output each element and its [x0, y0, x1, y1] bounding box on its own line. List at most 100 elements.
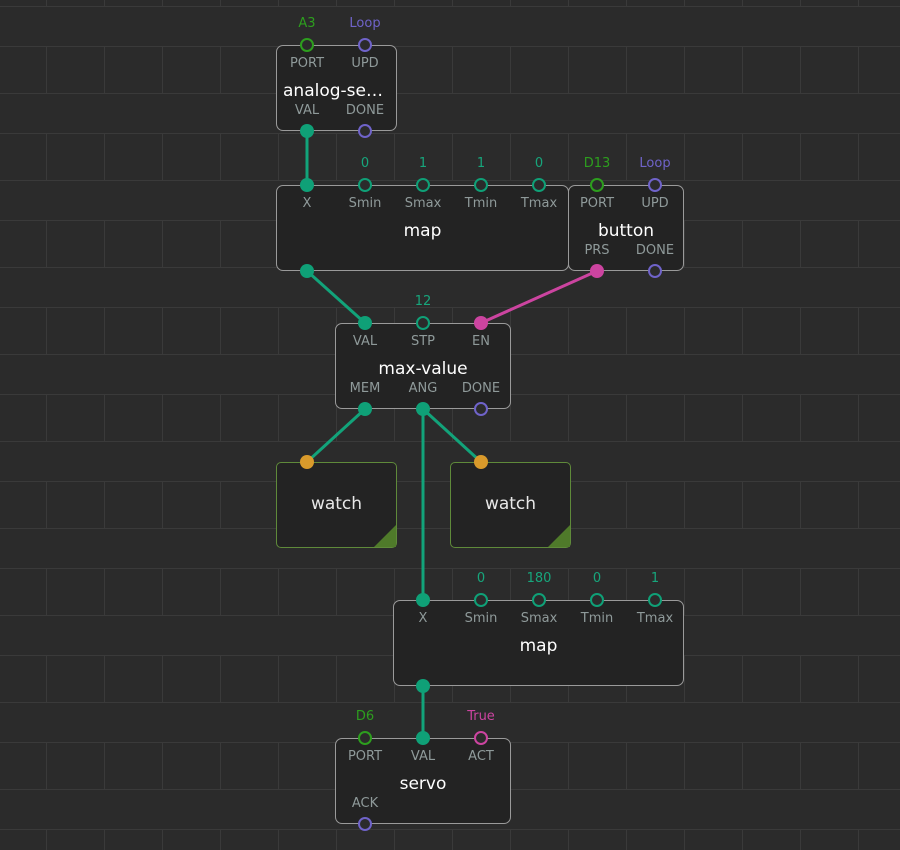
pin-analog-sensor-port[interactable] [300, 38, 314, 52]
pin-analog-sensor-val[interactable] [300, 124, 314, 138]
pin-value-analog-sensor-port[interactable]: A3 [298, 16, 315, 31]
pin-label-analog-sensor-upd: UPD [351, 56, 379, 71]
pin-label-map-1-smax: Smax [404, 196, 442, 211]
pin-value-map-2-tmax[interactable]: 1 [651, 571, 659, 586]
pin-value-map-2-smax[interactable]: 180 [527, 571, 552, 586]
pin-watch-2-in[interactable] [474, 455, 488, 469]
pin-max-value-en[interactable] [474, 316, 488, 330]
pin-map-1-x[interactable] [300, 178, 314, 192]
pin-label-button-done: DONE [635, 243, 675, 258]
pin-label-map-2-tmax: Tmax [636, 611, 674, 626]
pin-map-2-tmax[interactable] [648, 593, 662, 607]
pin-map-1-tmax[interactable] [532, 178, 546, 192]
pin-label-map-1-tmin: Tmin [464, 196, 498, 211]
pin-value-map-1-smin[interactable]: 0 [361, 156, 369, 171]
pin-value-button-upd[interactable]: Loop [639, 156, 670, 171]
grid-line-horizontal [0, 46, 900, 47]
pin-value-servo-port[interactable]: D6 [356, 709, 374, 724]
pin-map-2-x[interactable] [416, 593, 430, 607]
pin-servo-ack[interactable] [358, 817, 372, 831]
node-title: map [403, 221, 442, 241]
pin-button-prs[interactable] [590, 264, 604, 278]
pin-label-max-value-mem: MEM [349, 381, 381, 396]
pin-button-done[interactable] [648, 264, 662, 278]
pin-max-value-stp[interactable] [416, 316, 430, 330]
wire[interactable] [305, 269, 367, 325]
pin-label-map-1-x: X [302, 196, 312, 211]
pin-max-value-val[interactable] [358, 316, 372, 330]
pin-value-map-2-tmin[interactable]: 0 [593, 571, 601, 586]
pin-label-map-2-smax: Smax [520, 611, 558, 626]
grid-band [0, 0, 900, 6]
grid-band [0, 133, 900, 180]
wire[interactable] [305, 407, 367, 464]
grid-band [0, 829, 900, 850]
resize-handle-icon[interactable] [374, 525, 396, 547]
pin-label-max-value-ang: ANG [408, 381, 438, 396]
pin-label-servo-val: VAL [410, 749, 436, 764]
pin-map-2-tmin[interactable] [590, 593, 604, 607]
pin-value-map-2-smin[interactable]: 0 [477, 571, 485, 586]
pin-label-max-value-val: VAL [352, 334, 378, 349]
pin-label-max-value-en: EN [472, 334, 490, 349]
node-title: button [597, 221, 655, 241]
pin-map-1-smin[interactable] [358, 178, 372, 192]
pin-value-map-1-tmax[interactable]: 0 [535, 156, 543, 171]
pin-label-servo-port: PORT [347, 749, 383, 764]
pin-label-map-2-tmin: Tmin [580, 611, 614, 626]
pin-button-upd[interactable] [648, 178, 662, 192]
pin-servo-port[interactable] [358, 731, 372, 745]
pin-label-analog-sensor-val: VAL [294, 103, 320, 118]
grid-line-horizontal [0, 93, 900, 94]
pin-analog-sensor-done[interactable] [358, 124, 372, 138]
pin-map-1-smax[interactable] [416, 178, 430, 192]
pin-label-map-1-tmax: Tmax [520, 196, 558, 211]
pin-label-button-port: PORT [579, 196, 615, 211]
node-title: watch [310, 494, 363, 514]
pin-map-2-out[interactable] [416, 679, 430, 693]
pin-max-value-done[interactable] [474, 402, 488, 416]
pin-analog-sensor-upd[interactable] [358, 38, 372, 52]
wire[interactable] [421, 407, 483, 464]
pin-label-max-value-done: DONE [461, 381, 501, 396]
pin-label-button-prs: PRS [584, 243, 610, 258]
resize-handle-icon[interactable] [548, 525, 570, 547]
pin-max-value-ang[interactable] [416, 402, 430, 416]
wire-layer [305, 129, 599, 740]
node-watch-2[interactable]: watch [450, 462, 571, 548]
grid-line-horizontal [0, 702, 900, 703]
grid-line-horizontal [0, 133, 900, 134]
pin-map-1-tmin[interactable] [474, 178, 488, 192]
pin-map-2-smin[interactable] [474, 593, 488, 607]
pin-servo-val[interactable] [416, 731, 430, 745]
pin-button-port[interactable] [590, 178, 604, 192]
pin-map-1-out[interactable] [300, 264, 314, 278]
pin-value-map-1-smax[interactable]: 1 [419, 156, 427, 171]
pin-map-2-smax[interactable] [532, 593, 546, 607]
node-watch-1[interactable]: watch [276, 462, 397, 548]
pin-value-max-value-stp[interactable]: 12 [415, 294, 432, 309]
node-title: map [519, 636, 558, 656]
wire[interactable] [479, 269, 599, 325]
node-title: analog-sens… [283, 81, 396, 101]
pin-label-button-upd: UPD [641, 196, 669, 211]
node-title: max-value [378, 359, 468, 379]
pin-label-analog-sensor-port: PORT [289, 56, 325, 71]
pin-value-map-1-tmin[interactable]: 1 [477, 156, 485, 171]
grid-line-horizontal [0, 441, 900, 442]
canvas-grid [0, 0, 900, 850]
grid-line-horizontal [0, 829, 900, 830]
pin-label-servo-act: ACT [468, 749, 494, 764]
grid-line-horizontal [0, 568, 900, 569]
pin-value-button-port[interactable]: D13 [584, 156, 611, 171]
pin-value-servo-act[interactable]: True [467, 709, 495, 724]
grid-band [0, 46, 900, 93]
pin-value-analog-sensor-upd[interactable]: Loop [349, 16, 380, 31]
node-title: servo [399, 774, 447, 794]
pin-max-value-mem[interactable] [358, 402, 372, 416]
pin-label-map-2-x: X [418, 611, 428, 626]
pin-servo-act[interactable] [474, 731, 488, 745]
node-graph-canvas[interactable]: analog-sens… map button max-value watch watch… [0, 0, 900, 850]
pin-watch-1-in[interactable] [300, 455, 314, 469]
grid-line-horizontal [0, 6, 900, 7]
